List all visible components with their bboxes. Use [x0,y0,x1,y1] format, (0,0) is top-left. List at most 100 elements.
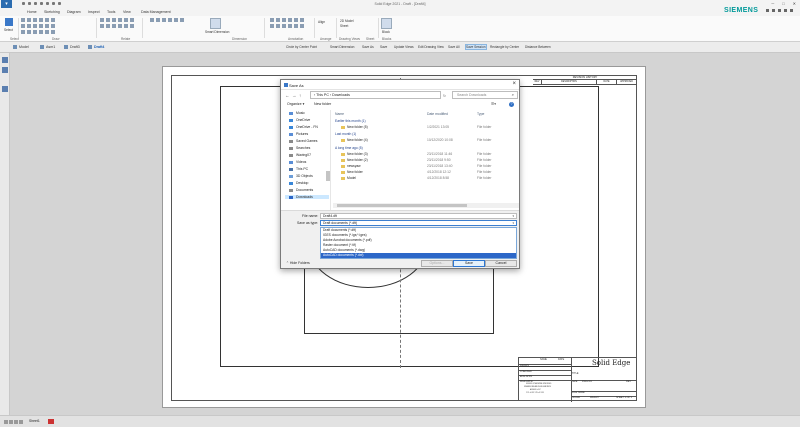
layout-icon[interactable] [766,9,769,12]
stretch-icon[interactable] [45,30,49,34]
save-button[interactable]: Save [453,260,485,267]
collinear-icon[interactable] [100,24,104,28]
save-icon[interactable] [34,2,37,5]
cmd-save-session[interactable]: Save Session [465,44,487,50]
group-last-month[interactable]: Last month (1) [335,132,356,136]
nav-item-onedrive[interactable]: OneDrive [289,118,310,122]
fcf-icon[interactable] [276,24,280,28]
address-bar[interactable]: › This PC › Downloads [310,91,441,99]
app-menu-button[interactable]: ▾ [1,0,12,8]
cmd-update-views[interactable]: Update Views [394,45,414,49]
search-input[interactable]: Search Downloads ⌕ [452,91,518,99]
fillet-icon[interactable] [39,24,43,28]
cmd-circle-center[interactable]: Circle by Center Point [286,45,317,49]
block-button[interactable] [381,18,392,29]
concentric-icon[interactable] [118,24,122,28]
cmd-edit-drawing-view[interactable]: Edit Drawing View [418,45,444,49]
forward-arrow-icon[interactable]: → [292,93,297,98]
mirror-icon[interactable] [33,30,37,34]
weld-icon[interactable] [300,18,304,22]
centermark-icon[interactable] [288,24,292,28]
print-icon[interactable] [52,2,55,5]
file-row[interactable]: New folder (4) 10/12/2020 10:08 File fol… [341,138,517,143]
scroll-thumb[interactable] [337,204,467,207]
tab-diagram[interactable]: Diagram [67,10,81,14]
split-icon[interactable] [51,24,55,28]
nav-scrollbar[interactable] [326,171,330,181]
connect-icon[interactable] [100,18,104,22]
equal-icon[interactable] [124,18,128,22]
bolt-hole-icon[interactable] [300,24,304,28]
tool-2d-model[interactable]: 2D Model [340,19,354,23]
minimize-icon[interactable]: ─ [771,1,774,6]
symmetric-dim-icon[interactable] [174,18,178,22]
offset-icon[interactable] [33,24,37,28]
nav-item-waving07[interactable]: Waving07 [289,153,311,157]
scale-icon[interactable] [39,30,43,34]
settings-icon[interactable] [778,9,781,12]
prev-sheet-icon[interactable] [9,420,13,424]
nav-item-onedrive-fn[interactable]: OneDrive - FN [289,125,318,129]
centerline-icon[interactable] [294,24,298,28]
text-icon[interactable] [282,18,286,22]
open-icon[interactable] [28,2,31,5]
info-icon[interactable] [784,9,787,12]
file-row[interactable]: Model 4/12/2018 8:58 File folder [341,176,517,181]
leader-icon[interactable] [288,18,292,22]
nav-item-saved-games[interactable]: Saved Games [289,139,318,143]
edge-icon[interactable] [282,24,286,28]
nav-item-pictures[interactable]: Pictures [289,132,308,136]
column-header-type[interactable]: Type [477,112,484,116]
cancel-button[interactable]: Cancel [485,260,517,267]
polygon-icon[interactable] [45,18,49,22]
tab-sketching[interactable]: Sketching [44,10,60,14]
line-icon[interactable] [21,18,25,22]
rectangle-icon[interactable] [39,18,43,22]
group-earlier-this-month[interactable]: Earlier this month (1) [335,119,366,123]
options-button[interactable]: Options... [421,260,453,267]
cmd-save-as[interactable]: Save As [362,45,374,49]
fill-icon[interactable] [51,30,55,34]
doc-tab-model[interactable]: Model [13,45,29,49]
parallel-icon[interactable] [112,18,116,22]
chamfer-dim-icon[interactable] [168,18,172,22]
cmd-distance-between[interactable]: Distance Between [525,45,551,49]
balloon-icon[interactable] [276,18,280,22]
nav-item-this-pc[interactable]: This PC [289,167,308,171]
tab-home[interactable]: Home [27,10,37,14]
save-type-select[interactable]: Draft documents (*.dft) ▾ [320,220,517,226]
redo-icon[interactable] [46,2,49,5]
cmd-save[interactable]: Save [380,45,387,49]
cmd-save-all[interactable]: Save All [448,45,460,49]
lock-icon[interactable] [112,24,116,28]
close-icon[interactable]: ✕ [793,1,796,6]
maximize-icon[interactable]: □ [782,1,784,6]
tab-data-management[interactable]: Data Management [141,10,171,14]
next-sheet-icon[interactable] [14,420,18,424]
customize-icon[interactable] [58,2,61,5]
coordinate-icon[interactable] [162,18,166,22]
move-icon[interactable] [21,30,25,34]
library-icon[interactable] [2,86,8,92]
nav-item-documents[interactable]: Documents [289,188,313,192]
file-list-hscrollbar[interactable] [333,203,519,208]
perpendicular-icon[interactable] [106,24,110,28]
nav-item-videos[interactable]: Videos [289,160,306,164]
arc-icon[interactable] [33,18,37,22]
angle-icon[interactable] [156,18,160,22]
nav-item-downloads[interactable]: Downloads [285,195,329,199]
dialog-close-icon[interactable]: × [512,81,516,87]
view-options-icon[interactable]: ☰▾ [491,102,496,106]
symmetric-icon[interactable] [130,18,134,22]
user-icon[interactable] [790,9,793,12]
organize-button[interactable]: Organize ▾ [287,102,304,106]
nav-item-music[interactable]: Music [289,111,305,115]
nav-item-3d-objects[interactable]: 3D Objects [289,174,313,178]
tab-tools[interactable]: Tools [107,10,115,14]
align-label[interactable]: Align [318,20,325,24]
file-row[interactable]: New folder (2) 23/11/2018 9:50 File fold… [341,158,517,163]
file-row[interactable]: New folder 4/12/2018 12:12 File folder [341,170,517,175]
column-header-name[interactable]: Name [335,112,344,116]
layers-icon[interactable] [2,67,8,73]
tab-view[interactable]: View [123,10,131,14]
